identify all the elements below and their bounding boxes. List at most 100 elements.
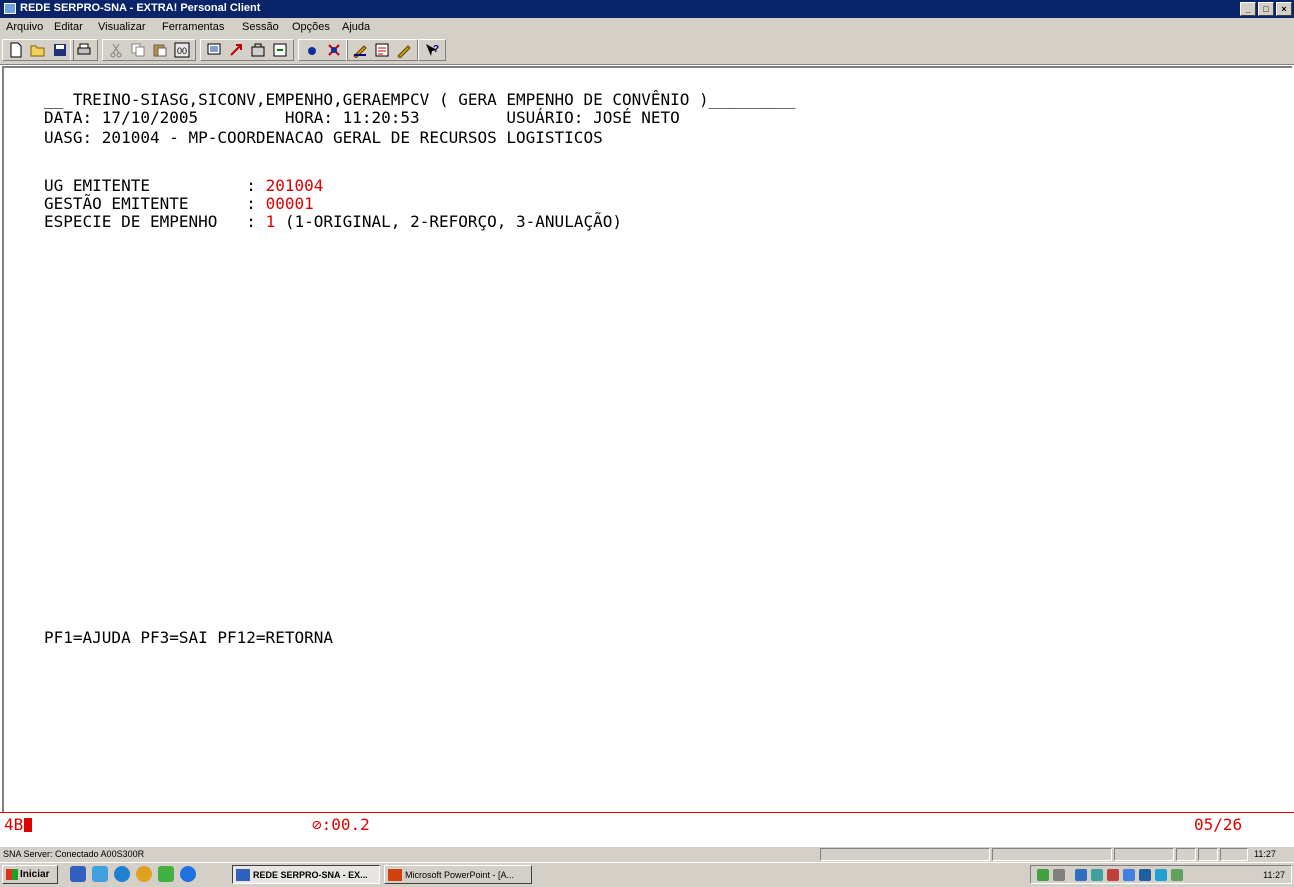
maximize-button[interactable]: □ — [1258, 2, 1274, 16]
tray-icon[interactable] — [1075, 869, 1087, 881]
field-label: GESTÃO EMITENTE : — [44, 194, 266, 213]
menu-visualizar[interactable]: Visualizar — [98, 21, 146, 33]
status-panel — [1198, 848, 1218, 861]
svg-text:00: 00 — [177, 46, 187, 56]
screen-header: __ TREINO-SIASG,SICONV,EMPENHO,GERAEMPCV… — [44, 90, 796, 109]
status-bar: SNA Server: Conectado A00S300R 11:27 — [0, 846, 1294, 863]
screen-uasg-line: UASG: 201004 - MP-COORDENACAO GERAL DE R… — [44, 128, 603, 147]
task-label: Microsoft PowerPoint - [A... — [405, 869, 515, 880]
operator-info-area: 4B ⊘:00.2 05/26 — [0, 812, 1294, 835]
task-powerpoint[interactable]: Microsoft PowerPoint - [A... — [384, 865, 532, 884]
start-button[interactable]: Iniciar — [2, 865, 58, 884]
session-indicator: 4B — [4, 815, 33, 834]
record-icon[interactable] — [302, 41, 322, 59]
svg-text:?: ? — [433, 44, 439, 55]
explorer-icon[interactable] — [92, 866, 108, 882]
ug-emitente-input[interactable]: 201004 — [266, 176, 324, 195]
hotspot-icon[interactable] — [248, 41, 268, 59]
field-especie-empenho: ESPECIE DE EMPENHO : 1 (1-ORIGINAL, 2-RE… — [44, 212, 622, 231]
field-ug-emitente: UG EMITENTE : 201004 — [44, 176, 323, 195]
taskbar-clock: 11:27 — [1263, 870, 1285, 880]
toolbar-group-file — [2, 39, 74, 61]
transfer-icon[interactable] — [270, 41, 290, 59]
screen-icon[interactable] — [204, 41, 224, 59]
close-button[interactable]: × — [1276, 2, 1292, 16]
app-icon[interactable] — [158, 866, 174, 882]
field-label: UG EMITENTE : — [44, 176, 266, 195]
menu-opcoes[interactable]: Opções — [292, 21, 330, 33]
tray-icon[interactable] — [1155, 869, 1167, 881]
screen-date-line: DATA: 17/10/2005 HORA: 11:20:53 USUÁRIO:… — [44, 108, 680, 127]
toolbar-group-print — [70, 39, 98, 61]
menu-ferramentas[interactable]: Ferramentas — [162, 21, 224, 33]
tray-icon[interactable] — [1171, 869, 1183, 881]
taskbar: Iniciar REDE SERPRO-SNA - EX... Microsof… — [0, 862, 1294, 887]
toolbar-group-help: ? — [418, 39, 446, 61]
status-panel — [1114, 848, 1174, 861]
status-text: SNA Server: Conectado A00S300R — [3, 849, 145, 859]
system-tray: 11:27 — [1030, 865, 1292, 884]
stop-icon[interactable] — [324, 41, 344, 59]
pf-keys-line: PF1=AJUDA PF3=SAI PF12=RETORNA — [44, 628, 333, 647]
messenger-icon[interactable] — [180, 866, 196, 882]
menu-bar: Arquivo Editar Visualizar Ferramentas Se… — [0, 18, 1294, 36]
macro-icon[interactable] — [226, 41, 246, 59]
toolbar-group-edit: 00 — [102, 39, 196, 61]
task-label: REDE SERPRO-SNA - EX... — [253, 869, 368, 880]
save-icon[interactable] — [50, 41, 70, 59]
tray-icon[interactable] — [1091, 869, 1103, 881]
quickpad-icon[interactable]: 00 — [172, 41, 192, 59]
quick-launch — [70, 866, 202, 882]
window-title-bar: REDE SERPRO-SNA - EXTRA! Personal Client… — [0, 0, 1294, 18]
terminal-app-icon — [236, 868, 250, 881]
open-icon[interactable] — [28, 41, 48, 59]
status-panel — [820, 848, 990, 861]
print-icon[interactable] — [74, 41, 94, 59]
window-title: REDE SERPRO-SNA - EXTRA! Personal Client — [20, 2, 261, 14]
cursor-block-icon — [24, 818, 33, 832]
tray-icon[interactable] — [1139, 869, 1151, 881]
status-panel — [1220, 848, 1248, 861]
paste-icon[interactable] — [150, 41, 170, 59]
ie-icon[interactable] — [114, 866, 130, 882]
edit-icon[interactable] — [350, 41, 370, 59]
menu-arquivo[interactable]: Arquivo — [6, 21, 43, 33]
session-indicator-text: 4B — [4, 815, 24, 834]
edit2-icon[interactable] — [394, 41, 414, 59]
tray-icon[interactable] — [1123, 869, 1135, 881]
field-options: (1-ORIGINAL, 2-REFORÇO, 3-ANULAÇÃO) — [275, 212, 622, 231]
response-timer: ⊘:00.2 — [312, 815, 370, 834]
gestao-emitente-input[interactable]: 00001 — [266, 194, 314, 213]
terminal-screen[interactable]: __ TREINO-SIASG,SICONV,EMPENHO,GERAEMPCV… — [2, 66, 1292, 812]
desktop-icon[interactable] — [70, 866, 86, 882]
task-extra-client[interactable]: REDE SERPRO-SNA - EX... — [232, 865, 380, 884]
status-panel — [992, 848, 1112, 861]
start-label: Iniciar — [20, 869, 50, 880]
app-icon — [4, 3, 16, 14]
powerpoint-icon — [388, 868, 402, 881]
settings-icon[interactable] — [372, 41, 392, 59]
toolbar-group-options — [346, 39, 418, 61]
menu-ajuda[interactable]: Ajuda — [342, 21, 370, 33]
toolbar-group-record — [298, 39, 348, 61]
windows-flag-icon — [6, 869, 18, 880]
copy-icon[interactable] — [128, 41, 148, 59]
network-icon[interactable] — [1037, 869, 1049, 881]
menu-editar[interactable]: Editar — [54, 21, 83, 33]
new-icon[interactable] — [6, 41, 26, 59]
field-gestao-emitente: GESTÃO EMITENTE : 00001 — [44, 194, 314, 213]
cut-icon[interactable] — [106, 41, 126, 59]
tray-icon[interactable] — [1107, 869, 1119, 881]
toolbar-group-tools — [200, 39, 294, 61]
especie-empenho-input[interactable]: 1 — [266, 212, 276, 231]
menu-sessao[interactable]: Sessão — [242, 21, 279, 33]
toolbar: 00 ? — [0, 36, 1294, 65]
status-time: 11:27 — [1254, 849, 1276, 859]
media-icon[interactable] — [136, 866, 152, 882]
help-icon[interactable]: ? — [422, 41, 442, 59]
status-panel — [1176, 848, 1196, 861]
cursor-position: 05/26 — [1194, 815, 1243, 834]
minimize-button[interactable]: _ — [1240, 2, 1256, 16]
field-label: ESPECIE DE EMPENHO : — [44, 212, 266, 231]
volume-icon[interactable] — [1053, 869, 1065, 881]
